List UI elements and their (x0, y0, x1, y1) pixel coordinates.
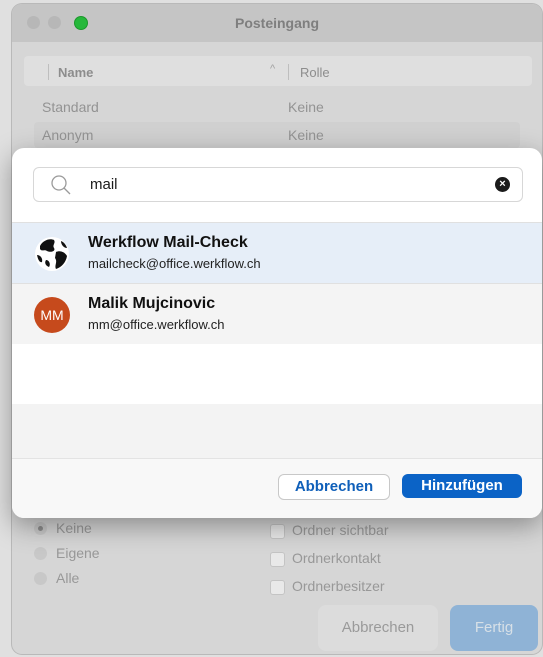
result-name: Werkflow Mail-Check (88, 234, 248, 251)
magnifier-icon (51, 175, 71, 195)
search-input[interactable]: mail (90, 176, 118, 193)
search-field[interactable]: mail × (33, 167, 523, 202)
results-list: Werkflow Mail-Check mailcheck@office.wer… (12, 222, 542, 464)
result-item-werkflow-mail-check[interactable]: Werkflow Mail-Check mailcheck@office.wer… (12, 222, 542, 283)
cancel-button[interactable]: Abbrechen (278, 474, 390, 500)
clear-search-icon[interactable]: × (495, 177, 510, 192)
empty-row (12, 344, 542, 404)
empty-row (12, 404, 542, 464)
add-user-sheet: mail × Werkflow Mail-Check mailcheck@off… (12, 148, 542, 518)
result-item-malik-mujcinovic[interactable]: MM Malik Mujcinovic mm@office.werkflow.c… (12, 283, 542, 344)
globe-icon (35, 237, 69, 271)
result-name: Malik Mujcinovic (88, 295, 216, 312)
avatar: MM (34, 297, 70, 333)
result-email: mm@office.werkflow.ch (88, 317, 225, 332)
result-email: mailcheck@office.werkflow.ch (88, 256, 261, 271)
add-button[interactable]: Hinzufügen (402, 474, 522, 498)
sheet-footer: Abbrechen Hinzufügen (12, 458, 542, 518)
